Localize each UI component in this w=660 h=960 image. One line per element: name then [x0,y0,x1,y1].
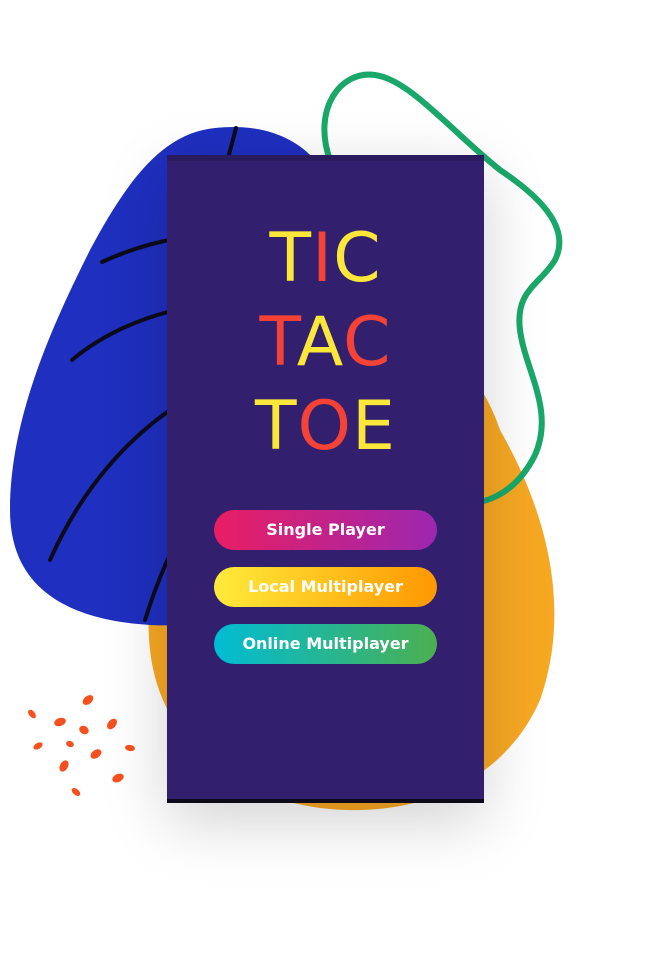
title-line-tac: TAC [167,301,484,385]
title-letter: I [312,219,334,298]
navigation-bar [167,799,484,803]
local-multiplayer-button[interactable]: Local Multiplayer [214,567,437,607]
title-letter: A [296,303,344,382]
main-menu: Single Player Local Multiplayer Online M… [214,510,437,681]
app-illustration: TIC TAC TOE Single Player Local Multipla… [0,0,660,960]
title-letter: C [343,303,392,382]
confetti [28,695,135,796]
title-letter: E [352,387,397,466]
title-letter: C [333,219,382,298]
game-title: TIC TAC TOE [167,217,484,469]
single-player-button[interactable]: Single Player [214,510,437,550]
title-letter: O [297,387,353,466]
title-line-toe: TOE [167,385,484,469]
title-line-tic: TIC [167,217,484,301]
title-letter: T [259,303,297,382]
phone-screen: TIC TAC TOE Single Player Local Multipla… [167,155,484,803]
online-multiplayer-button[interactable]: Online Multiplayer [214,624,437,664]
title-letter: T [269,219,312,298]
status-bar [167,155,484,161]
title-letter: T [254,387,298,466]
